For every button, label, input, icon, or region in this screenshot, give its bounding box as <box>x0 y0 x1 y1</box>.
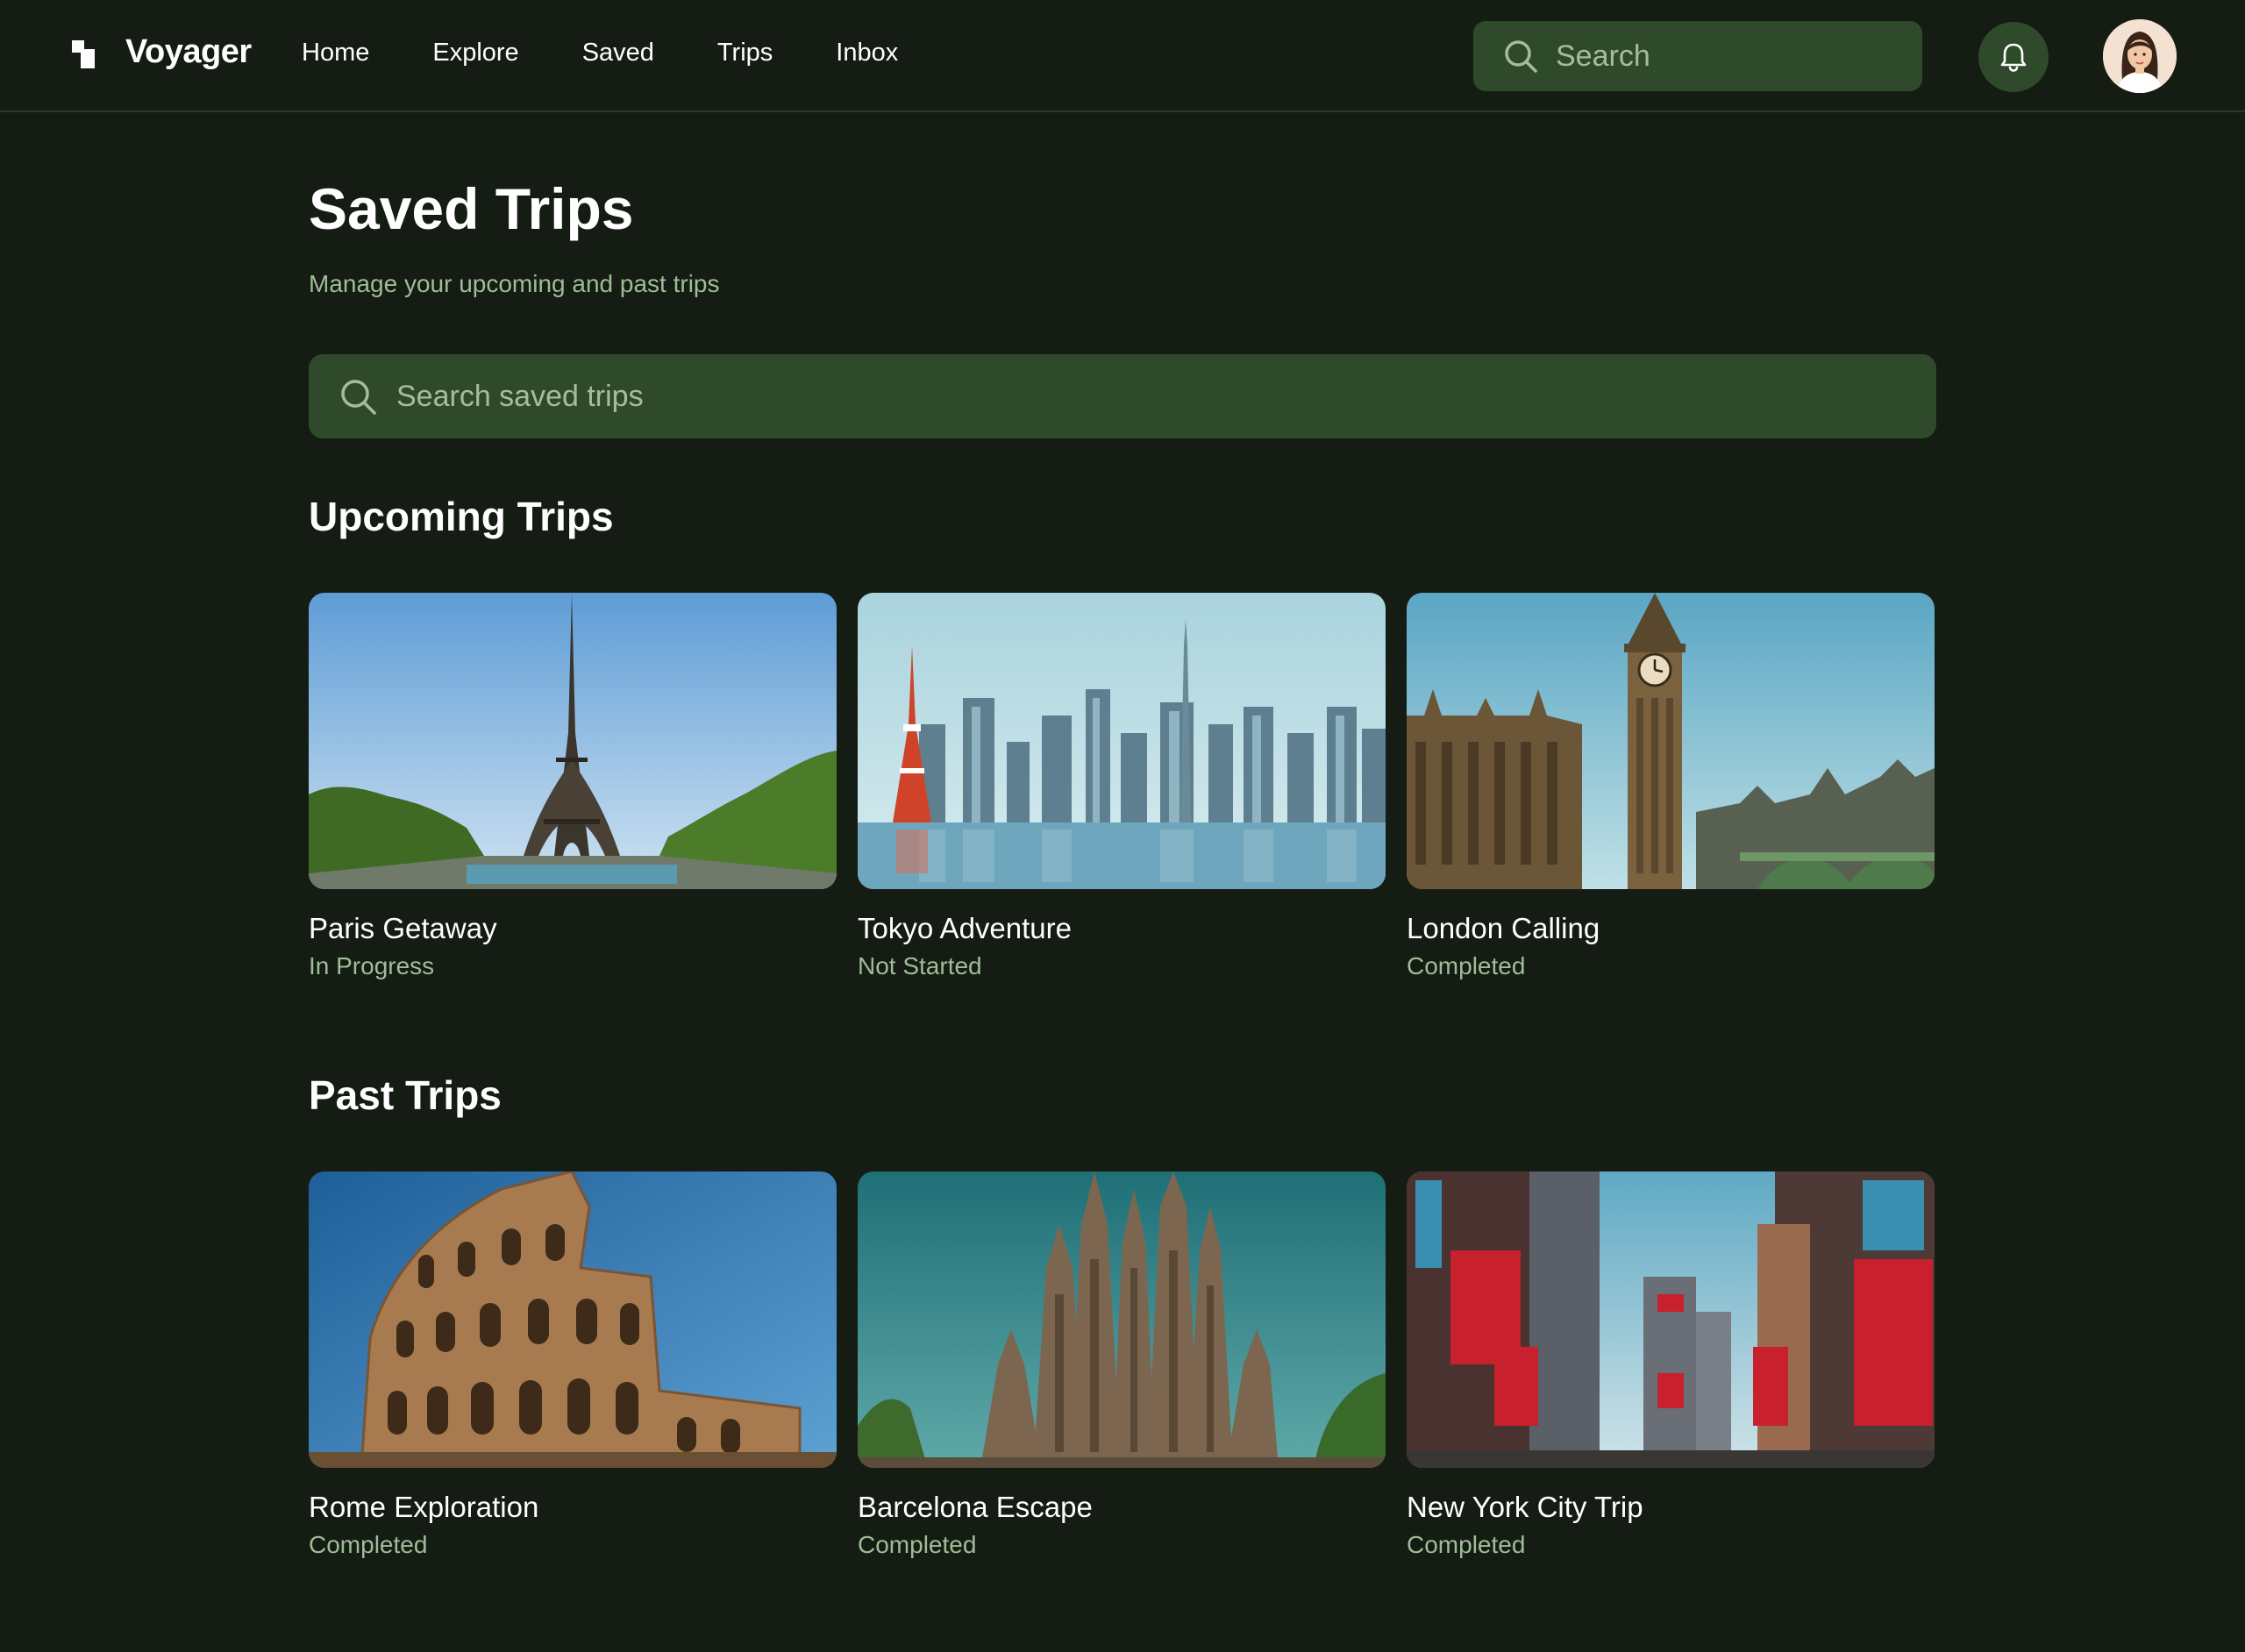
sagrada-familia-photo <box>858 1171 1386 1468</box>
trip-title: Paris Getaway <box>309 912 497 944</box>
trip-status: Completed <box>309 1531 428 1558</box>
trip-card-barcelona[interactable]: Barcelona Escape Completed <box>858 1171 1386 1559</box>
voyager-logo-icon[interactable] <box>72 40 96 70</box>
tokyo-skyline-photo <box>858 593 1386 889</box>
trip-title: Rome Exploration <box>309 1491 539 1523</box>
trip-card-rome[interactable]: Rome Exploration Completed <box>309 1171 837 1559</box>
notifications-button[interactable] <box>1978 22 2049 92</box>
header-search-placeholder: Search <box>1556 39 1650 73</box>
saved-trips-search-placeholder: Search saved trips <box>396 379 644 413</box>
user-avatar[interactable] <box>2103 19 2177 93</box>
trip-title: Tokyo Adventure <box>858 912 1072 944</box>
times-square-photo <box>1407 1171 1935 1468</box>
saved-trips-search-input[interactable]: Search saved trips <box>309 354 1936 438</box>
search-icon <box>341 380 376 415</box>
nav-item-inbox[interactable]: Inbox <box>836 39 898 68</box>
page-title: Saved Trips <box>309 176 634 241</box>
trip-card-tokyo[interactable]: Tokyo Adventure Not Started <box>858 593 1386 980</box>
page-subtitle: Manage your upcoming and past trips <box>309 270 720 297</box>
app-brand-name[interactable]: Voyager <box>125 33 252 71</box>
trip-title: Barcelona Escape <box>858 1491 1093 1523</box>
top-navigation-bar: Voyager Home Explore Saved Trips Inbox S… <box>0 0 2245 112</box>
colosseum-photo <box>309 1171 837 1468</box>
section-title-past: Past Trips <box>309 1072 502 1118</box>
bell-icon <box>2000 43 2027 72</box>
nav-item-trips[interactable]: Trips <box>717 39 773 68</box>
trip-title: New York City Trip <box>1407 1491 1643 1523</box>
trip-card-london[interactable]: London Calling Completed <box>1407 593 1935 980</box>
past-trips-grid: Rome Exploration Completed Barcelona Esc… <box>309 1171 1936 1559</box>
eiffel-tower-photo <box>309 593 837 889</box>
trip-status: Completed <box>1407 952 1526 979</box>
nav-item-explore[interactable]: Explore <box>432 39 518 68</box>
trip-status: Completed <box>1407 1531 1526 1558</box>
section-title-upcoming: Upcoming Trips <box>309 494 614 539</box>
trip-status: Completed <box>858 1531 977 1558</box>
upcoming-trips-grid: Paris Getaway In Progress Tokyo Adventur… <box>309 593 1936 980</box>
search-icon <box>1505 40 1537 73</box>
header-search-input[interactable]: Search <box>1473 21 1922 91</box>
trip-card-paris[interactable]: Paris Getaway In Progress <box>309 593 837 980</box>
main-nav: Home Explore Saved Trips Inbox <box>302 39 961 68</box>
big-ben-photo <box>1407 593 1935 889</box>
trip-status: Not Started <box>858 952 982 979</box>
nav-item-home[interactable]: Home <box>302 39 369 68</box>
trip-title: London Calling <box>1407 912 1600 944</box>
nav-item-saved[interactable]: Saved <box>582 39 654 68</box>
trip-card-new-york[interactable]: New York City Trip Completed <box>1407 1171 1935 1559</box>
trip-status: In Progress <box>309 952 435 979</box>
